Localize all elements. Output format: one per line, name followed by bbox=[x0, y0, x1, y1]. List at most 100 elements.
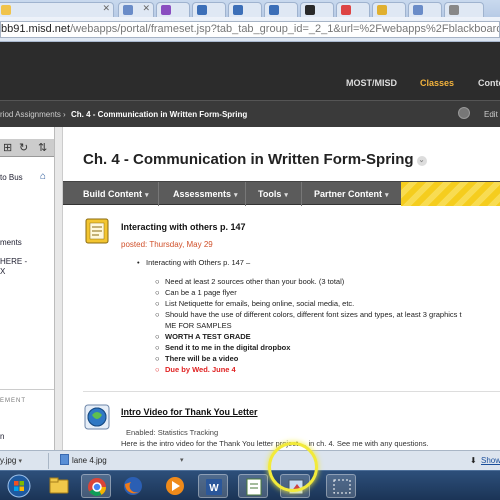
url-path: /webapps/portal/frameset.jsp?tab_tab_gro… bbox=[70, 23, 499, 35]
chevron-down-icon[interactable]: ⌄ bbox=[416, 156, 427, 166]
browser-tab[interactable] bbox=[264, 2, 298, 17]
partner-content-label: Partner Content bbox=[314, 189, 383, 199]
sub-bullet-marker: ○ bbox=[155, 299, 160, 308]
download-bar: y.jpg ▾ lane 4.jpg ▾ ⬇ Show bbox=[0, 450, 500, 470]
due-date-text: Due by Wed. June 4 bbox=[165, 365, 236, 374]
add-icon[interactable]: ⊞ bbox=[3, 141, 12, 154]
bb-header: MOST/MISD Classes Conte bbox=[0, 42, 500, 100]
help-icon[interactable] bbox=[458, 107, 470, 119]
close-tab-icon[interactable]: ✕ bbox=[102, 3, 110, 14]
posted-date: posted: Thursday, May 29 bbox=[121, 240, 213, 249]
browser-tab[interactable] bbox=[300, 2, 334, 17]
build-content-button[interactable]: Build Content ▾ bbox=[83, 189, 149, 199]
windows-start-icon[interactable] bbox=[4, 474, 34, 498]
browser-tab-active[interactable]: ✕ bbox=[0, 2, 114, 17]
sub-bullet-marker: ○ bbox=[155, 277, 160, 286]
refresh-icon[interactable]: ↻ bbox=[19, 141, 28, 154]
explorer-icon[interactable] bbox=[44, 474, 74, 498]
browser-tab[interactable] bbox=[156, 2, 190, 17]
menu-item[interactable]: n bbox=[0, 432, 4, 441]
sub-bullet-marker: ○ bbox=[155, 310, 160, 319]
menu-divider bbox=[0, 389, 54, 390]
breadcrumb-separator: › bbox=[63, 110, 66, 119]
notebook-icon[interactable] bbox=[238, 474, 268, 498]
menu-item[interactable]: to Bus bbox=[0, 173, 23, 182]
partner-content-button[interactable]: Partner Content ▾ bbox=[314, 189, 389, 199]
download-icon: ⬇ bbox=[470, 456, 477, 465]
download-item[interactable]: y.jpg ▾ bbox=[0, 454, 22, 468]
browser-tab[interactable]: ✕ bbox=[118, 2, 154, 17]
home-icon[interactable]: ⌂ bbox=[40, 171, 46, 182]
sort-icon[interactable]: ⇅ bbox=[38, 141, 47, 154]
page-title: Ch. 4 - Communication in Written Form-Sp… bbox=[83, 151, 427, 168]
build-content-label: Build Content bbox=[83, 189, 142, 199]
download-filename: lane 4.jpg bbox=[72, 456, 107, 465]
bullet-marker: • bbox=[137, 258, 140, 267]
chevron-down-icon[interactable]: ▾ bbox=[19, 458, 23, 465]
tools-button[interactable]: Tools ▾ bbox=[258, 189, 288, 199]
tab-favicon-icon bbox=[341, 5, 351, 15]
tab-content[interactable]: Conte bbox=[478, 78, 500, 88]
browser-tab-strip: ✕ ✕ bbox=[0, 0, 500, 17]
breadcrumb-parent[interactable]: riod Assignments bbox=[0, 110, 61, 119]
tab-favicon-icon bbox=[233, 5, 243, 15]
action-bar: Build Content ▾ Assessments ▾ Tools ▾ Partn… bbox=[63, 181, 500, 206]
bullet-text: Interacting with Others p. 147 – bbox=[146, 258, 251, 267]
browser-tab[interactable] bbox=[192, 2, 226, 17]
download-item[interactable]: lane 4.jpg bbox=[60, 454, 107, 468]
tab-favicon-icon bbox=[1, 5, 11, 15]
item-divider bbox=[83, 391, 500, 392]
item-enabled-status: Enabled: Statistics Tracking bbox=[126, 428, 219, 437]
menu-item[interactable]: ments bbox=[0, 238, 22, 247]
tab-favicon-icon bbox=[161, 5, 171, 15]
course-menu: ⊞ ↻ ⇅ to Bus ⌂ ments HERE - X EMENT n bbox=[0, 127, 55, 450]
tab-classes[interactable]: Classes bbox=[420, 78, 454, 88]
word-icon[interactable]: W bbox=[198, 474, 228, 498]
divider bbox=[48, 453, 49, 469]
chrome-icon[interactable] bbox=[81, 474, 111, 498]
divider bbox=[245, 182, 246, 206]
download-filename: y.jpg bbox=[0, 456, 17, 465]
chevron-down-icon: ▾ bbox=[234, 192, 238, 199]
browser-tab[interactable] bbox=[372, 2, 406, 17]
sub-bullet-text: WORTH A TEST GRADE bbox=[165, 332, 251, 341]
course-menu-toolbar: ⊞ ↻ ⇅ bbox=[0, 139, 54, 157]
decorative-stripe bbox=[401, 182, 500, 206]
chevron-down-icon: ▾ bbox=[284, 192, 288, 199]
menu-item[interactable]: X bbox=[0, 267, 5, 276]
image-file-icon bbox=[60, 454, 69, 465]
tab-favicon-icon bbox=[305, 5, 315, 15]
menu-item[interactable]: HERE - bbox=[0, 257, 27, 266]
divider bbox=[301, 182, 302, 206]
browser-tab[interactable] bbox=[408, 2, 442, 17]
item-title[interactable]: Intro Video for Thank You Letter bbox=[121, 407, 258, 417]
sub-bullet-marker: ○ bbox=[155, 288, 160, 297]
browser-tab[interactable] bbox=[228, 2, 262, 17]
item-title[interactable]: Interacting with others p. 147 bbox=[121, 222, 246, 232]
snip-icon[interactable] bbox=[326, 474, 356, 498]
close-tab-icon[interactable]: ✕ bbox=[142, 3, 150, 14]
sub-bullet-text: Need at least 2 sources other than your … bbox=[165, 277, 345, 286]
sub-bullet-marker: ○ bbox=[155, 365, 160, 374]
address-input[interactable]: bb91.misd.net/webapps/portal/frameset.js… bbox=[0, 21, 500, 38]
content-item: Interacting with others p. 147 posted: T… bbox=[83, 215, 493, 385]
sub-bullet-text: Can be a 1 page flyer bbox=[165, 288, 237, 297]
browser-tab[interactable] bbox=[336, 2, 370, 17]
show-all-downloads-link[interactable]: Show bbox=[481, 454, 500, 468]
media-icon[interactable] bbox=[160, 474, 190, 498]
breadcrumb-current: Ch. 4 - Communication in Written Form-Sp… bbox=[71, 110, 248, 119]
chevron-down-icon[interactable]: ▾ bbox=[180, 454, 184, 468]
firefox-icon[interactable] bbox=[118, 474, 148, 498]
tab-favicon-icon bbox=[269, 5, 279, 15]
url-domain: bb91.misd.net bbox=[1, 23, 71, 35]
sub-bullet-text: There will be a video bbox=[165, 354, 239, 363]
browser-tab[interactable] bbox=[444, 2, 484, 17]
divider bbox=[158, 182, 159, 206]
tab-most-misd[interactable]: MOST/MISD bbox=[346, 78, 397, 88]
tools-label: Tools bbox=[258, 189, 282, 199]
tab-favicon-icon bbox=[377, 5, 387, 15]
edit-mode-label[interactable]: Edit bbox=[484, 110, 498, 119]
menu-section-header: EMENT bbox=[0, 398, 26, 404]
assessments-button[interactable]: Assessments ▾ bbox=[173, 189, 238, 199]
item-description: Here is the intro video for the Thank Yo… bbox=[121, 439, 429, 448]
